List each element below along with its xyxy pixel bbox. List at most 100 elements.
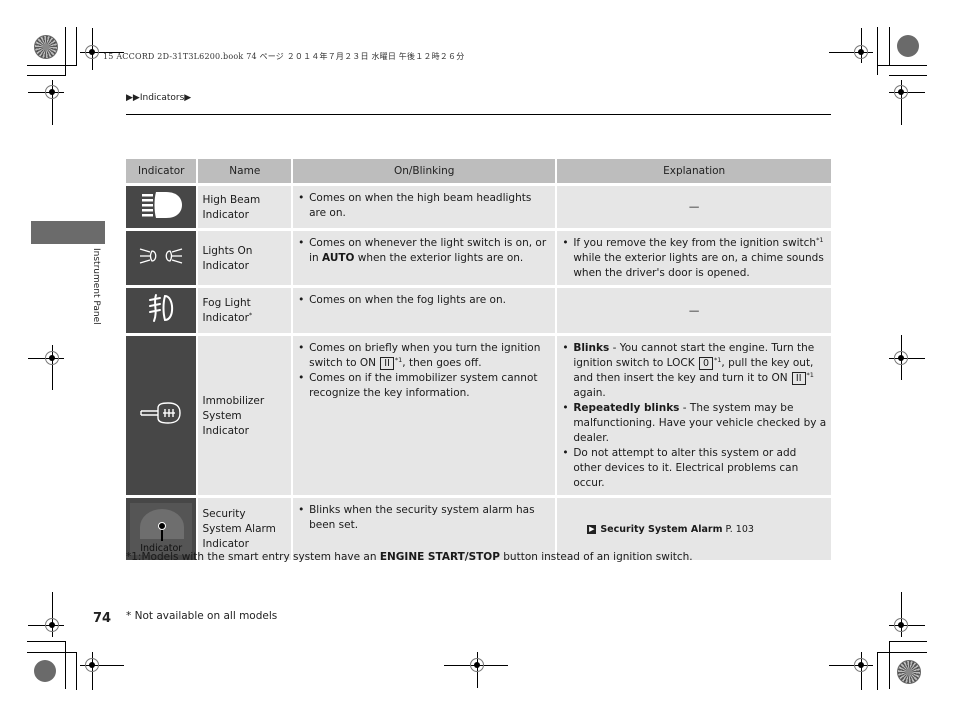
ignition-on-key-symbol: II [380,357,394,370]
registration-mark [894,351,908,365]
section-tab-label: Instrument Panel [91,248,101,325]
indicator-name: Fog Light Indicator* [198,288,294,333]
text: , then goes off. [402,357,482,369]
ignition-lock-key-symbol: 0 [698,357,714,370]
crop-mark [27,652,77,653]
breadcrumb[interactable]: ▶▶Indicators▶ [126,93,191,103]
indicator-cell [126,231,199,285]
registration-mark [45,351,59,365]
text: If you remove the key from the ignition … [573,237,817,249]
table-row: High Beam Indicator Comes on when the hi… [126,186,831,228]
registration-mark [854,658,868,672]
footnote-ref: *1 [816,236,824,244]
table-row: Lights On Indicator Comes on whenever th… [126,231,831,285]
on-blinking-cell: Comes on whenever the light switch is on… [293,231,558,285]
crop-mark [889,641,927,642]
crop-mark [27,75,66,76]
on-blinking-item: Comes on if the immobilizer system canno… [298,371,551,401]
not-available-note: * Not available on all models [126,610,278,622]
indicator-cell [126,288,199,333]
repeatedly-blinks-label: Repeatedly blinks [573,402,680,414]
on-blinking-item: Comes on when the fog lights are on. [298,293,551,308]
explanation-cell: — [557,288,831,333]
explanation-cell: If you remove the key from the ignition … [557,231,831,285]
color-registration-rosette [897,660,921,684]
reference-page: P. 103 [722,524,754,535]
crop-mark [76,652,77,690]
registration-mark [470,658,484,672]
registration-mark [894,618,908,632]
page-number: 74 [93,611,112,626]
engine-start-stop-label: ENGINE START/STOP [379,551,500,563]
print-file-header: 15 ACCORD 2D-31T3L6200.book 74 ページ ２０１４年… [103,52,465,61]
header-rule [126,114,831,115]
text: *1:Models with the smart entry system ha… [126,551,380,563]
lights-on-icon [140,247,183,264]
registration-mark [45,618,59,632]
indicator-cell [126,186,199,228]
table-row: Fog Light Indicator* Comes on when the f… [126,288,831,333]
text: when the exterior lights are on. [354,252,524,264]
indicators-table: Indicator Name On/Blinking Explanation H… [126,156,831,563]
not-available-marker: * [248,311,253,319]
blinks-label: Blinks [573,342,610,354]
color-registration-dot [897,35,919,57]
header-explanation: Explanation [557,159,831,183]
table-header-row: Indicator Name On/Blinking Explanation [126,159,831,183]
color-registration-rosette [34,35,58,59]
text: Fog Light Indicator [202,297,251,324]
color-registration-dot [34,660,56,682]
text: while the exterior lights are on, a chim… [573,252,824,279]
crop-mark [65,27,66,75]
explanation-item: If you remove the key from the ignition … [562,236,827,281]
registration-mark [85,45,99,59]
on-blinking-item: Comes on when the high beam headlights a… [298,191,551,221]
fog-light-icon [149,294,174,322]
crop-mark [877,65,927,66]
on-blinking-item: Comes on whenever the light switch is on… [298,236,551,266]
crop-mark [889,27,890,65]
explanation-item: Do not attempt to alter this system or a… [562,446,827,491]
indicator-cell [126,336,199,495]
header-indicator: Indicator [126,159,199,183]
crop-mark [76,27,77,65]
text: button instead of an ignition switch. [499,551,693,563]
reference-link[interactable]: Security System Alarm [600,524,722,535]
on-blinking-item: Blinks when the security system alarm ha… [298,503,551,533]
footnote-ref: *1 [806,371,814,379]
explanation-cell: — [557,186,831,228]
header-on-blinking: On/Blinking [293,159,558,183]
text: again. [573,387,606,399]
on-blinking-cell: Comes on when the fog lights are on. [293,288,558,333]
section-tab [31,221,105,244]
crop-mark [877,652,878,690]
indicator-name: Lights On Indicator [198,231,294,285]
indicator-name: High Beam Indicator [198,186,294,228]
explanation-cell: Blinks - You cannot start the engine. Tu… [557,336,831,495]
footnote-1: *1:Models with the smart entry system ha… [126,551,693,563]
crop-mark [27,641,66,642]
header-name: Name [198,159,294,183]
crop-mark [889,75,927,76]
registration-mark [45,85,59,99]
auto-label: AUTO [322,252,355,264]
immobilizer-key-icon [140,402,181,424]
ignition-on-key-symbol: II [791,372,806,385]
high-beam-icon [142,191,183,218]
explanation-item: Blinks - You cannot start the engine. Tu… [562,341,827,401]
on-blinking-cell: Comes on when the high beam headlights a… [293,186,558,228]
crop-mark [877,27,878,75]
indicator-name: Immobilizer System Indicator [198,336,294,495]
on-blinking-cell: Comes on briefly when you turn the ignit… [293,336,558,495]
crop-mark [889,641,890,689]
registration-mark [894,85,908,99]
security-alarm-gauge-image: Indicator [130,503,193,555]
reference-arrow-icon: ▶ [587,525,597,534]
crop-mark [65,641,66,689]
explanation-item: Repeatedly blinks - The system may be ma… [562,401,827,446]
on-blinking-item: Comes on briefly when you turn the ignit… [298,341,551,371]
table-row: Immobilizer System Indicator Comes on br… [126,336,831,495]
crop-mark [27,65,77,66]
crop-mark [877,652,927,653]
registration-mark [85,658,99,672]
